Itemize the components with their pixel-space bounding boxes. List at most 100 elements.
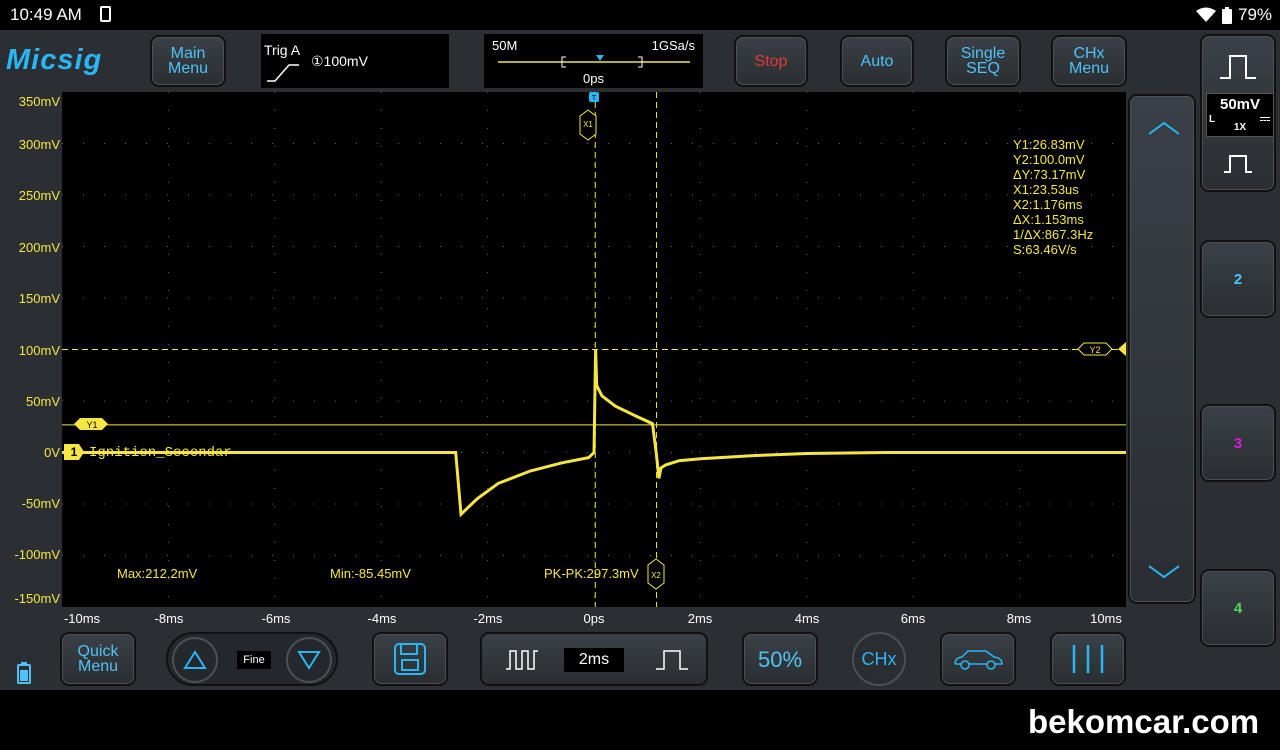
- battery-status-icon: [17, 662, 31, 684]
- ch1-scale-box[interactable]: 50mV L 1X: [1206, 93, 1274, 137]
- memory-position-bar[interactable]: [494, 52, 694, 68]
- quick-menu-button[interactable]: Quick Menu: [60, 632, 136, 686]
- memory-depth: 50M: [492, 38, 518, 53]
- cursor-readout: Y1:26.83mV Y2:100.0mV ΔY:73.17mV X1:23.5…: [1013, 137, 1093, 257]
- fifty-percent-button[interactable]: 50%: [742, 632, 818, 686]
- battery-icon: [1222, 7, 1232, 24]
- svg-text:X2: X2: [651, 571, 661, 580]
- x-tick-label: 10ms: [1090, 611, 1122, 626]
- x-tick-label: -2ms: [473, 611, 503, 626]
- dc-coupling-icon: [1260, 117, 1270, 121]
- sample-rate: 1GSa/s: [651, 38, 695, 53]
- trigger-position-marker[interactable]: T: [589, 92, 599, 102]
- readout-slope: S:63.46V/s: [1013, 242, 1077, 257]
- x-tick-label: -8ms: [154, 611, 184, 626]
- vertical-offset-control[interactable]: Fine: [166, 632, 338, 686]
- readout-frequency: 1/ΔX:867.3Hz: [1013, 227, 1094, 242]
- y-tick-label: 50mV: [26, 394, 60, 409]
- trigger-title: Trig A: [264, 42, 301, 58]
- automotive-button[interactable]: [940, 632, 1016, 686]
- main-menu-button[interactable]: Main Menu: [150, 35, 226, 87]
- ch1-probe: 1X: [1233, 122, 1247, 133]
- x-tick-label: 6ms: [900, 611, 926, 626]
- waveform-display[interactable]: X1 X2 Y1 Y2 T 1 Ignition_Secondar Y1:26.…: [62, 92, 1126, 607]
- x-tick-label: 2ms: [687, 611, 713, 626]
- readout-delta-y: ΔY:73.17mV: [1013, 167, 1086, 182]
- svg-text:T: T: [592, 95, 597, 102]
- waveform-plot[interactable]: X1 X2 Y1 Y2 T: [62, 92, 1126, 607]
- chx-menu-button[interactable]: CHx Menu: [1051, 35, 1127, 87]
- cursor-x1-tag[interactable]: X1: [579, 109, 597, 141]
- y-tick-label: 150mV: [18, 291, 60, 306]
- trigger-panel[interactable]: Trig A ①100mV: [261, 34, 449, 88]
- y-tick-label: 300mV: [18, 137, 60, 152]
- fine-toggle[interactable]: Fine: [237, 651, 271, 669]
- svg-text:Y1: Y1: [86, 420, 97, 430]
- chx-label: CHx: [861, 648, 897, 669]
- single-seq-button[interactable]: Single SEQ: [945, 35, 1021, 87]
- chx-select-button[interactable]: CHx: [852, 632, 906, 686]
- brand-logo: Micsig: [6, 44, 103, 76]
- ch1-number: 1: [70, 445, 78, 459]
- vertical-scroll-panel[interactable]: [1128, 94, 1196, 604]
- status-bar: 10:49 AM 79%: [0, 0, 1280, 30]
- ch1-scale: 50mV: [1219, 96, 1261, 113]
- x-tick-label: 0ps: [583, 611, 605, 626]
- x-tick-label: -10ms: [63, 611, 101, 626]
- trigger-level: ①100mV: [311, 53, 368, 69]
- battery-percent: 79%: [1238, 5, 1273, 24]
- stop-button[interactable]: Stop: [734, 35, 808, 87]
- car-icon: [954, 650, 1003, 670]
- timebase-control[interactable]: 2ms: [480, 632, 708, 686]
- waveform-expand-icon[interactable]: [1218, 52, 1258, 82]
- wifi-icon: [1196, 7, 1216, 22]
- svg-text:Y2: Y2: [1089, 345, 1100, 355]
- ch1-panel[interactable]: 50mV L 1X: [1200, 34, 1276, 192]
- timebase-panel[interactable]: 50M 1GSa/s 0ps: [484, 34, 703, 88]
- ch3-button[interactable]: 3: [1200, 404, 1276, 482]
- readout-x1: X1:23.53us: [1013, 182, 1079, 197]
- x-tick-label: 4ms: [794, 611, 820, 626]
- y-tick-label: 200mV: [18, 240, 60, 255]
- scroll-down-icon[interactable]: [1147, 564, 1181, 580]
- phone-icon: [100, 6, 111, 22]
- y-tick-label: -50mV: [21, 496, 60, 511]
- y-tick-label: 100mV: [18, 343, 60, 358]
- rising-edge-icon: [267, 64, 299, 82]
- ch1-label: Ignition_Secondar: [89, 445, 232, 461]
- cursor-x2-tag[interactable]: X2: [647, 558, 665, 590]
- scroll-up-icon[interactable]: [1147, 120, 1181, 136]
- cursor-y2-tag[interactable]: Y2: [1077, 342, 1126, 356]
- x-tick-label: 8ms: [1006, 611, 1032, 626]
- auto-button[interactable]: Auto: [840, 35, 914, 87]
- y-tick-label: 250mV: [18, 188, 60, 203]
- y-tick-label: -100mV: [14, 547, 60, 562]
- offset-down-button[interactable]: [286, 637, 332, 683]
- readout-y2: Y2:100.0mV: [1013, 152, 1085, 167]
- y-tick-label: 0V: [44, 445, 60, 460]
- measurement-max: Max:212.2mV: [117, 566, 198, 581]
- offset-up-button[interactable]: [172, 637, 218, 683]
- svg-text:X1: X1: [583, 120, 593, 129]
- cursor-menu-button[interactable]: [1050, 632, 1126, 686]
- timebase-decrease-icon[interactable]: [504, 647, 540, 673]
- measurement-pkpk: PK-PK:297.3mV: [544, 566, 639, 581]
- readout-y1: Y1:26.83mV: [1013, 137, 1085, 152]
- cursor-lines-icon: [1072, 645, 1104, 673]
- ch2-button[interactable]: 2: [1200, 240, 1276, 318]
- clock: 10:49 AM: [10, 5, 82, 24]
- ch4-button[interactable]: 4: [1200, 569, 1276, 647]
- save-button[interactable]: [372, 632, 448, 686]
- y-tick-label: -150mV: [14, 591, 60, 606]
- cursor-y1-tag[interactable]: Y1: [74, 418, 108, 430]
- readout-x2: X2:1.176ms: [1013, 197, 1083, 212]
- save-icon: [394, 643, 426, 675]
- waveform-compress-icon[interactable]: [1222, 152, 1254, 176]
- triangle-up-icon: [183, 650, 207, 669]
- ch1-waveform-trace: [62, 349, 1126, 518]
- triangle-down-icon: [297, 651, 321, 670]
- timebase-increase-icon[interactable]: [654, 647, 690, 673]
- measurement-min: Min:-85.45mV: [330, 566, 411, 581]
- readout-delta-x: ΔX:1.153ms: [1013, 212, 1084, 227]
- y-tick-label: 350mV: [18, 94, 60, 109]
